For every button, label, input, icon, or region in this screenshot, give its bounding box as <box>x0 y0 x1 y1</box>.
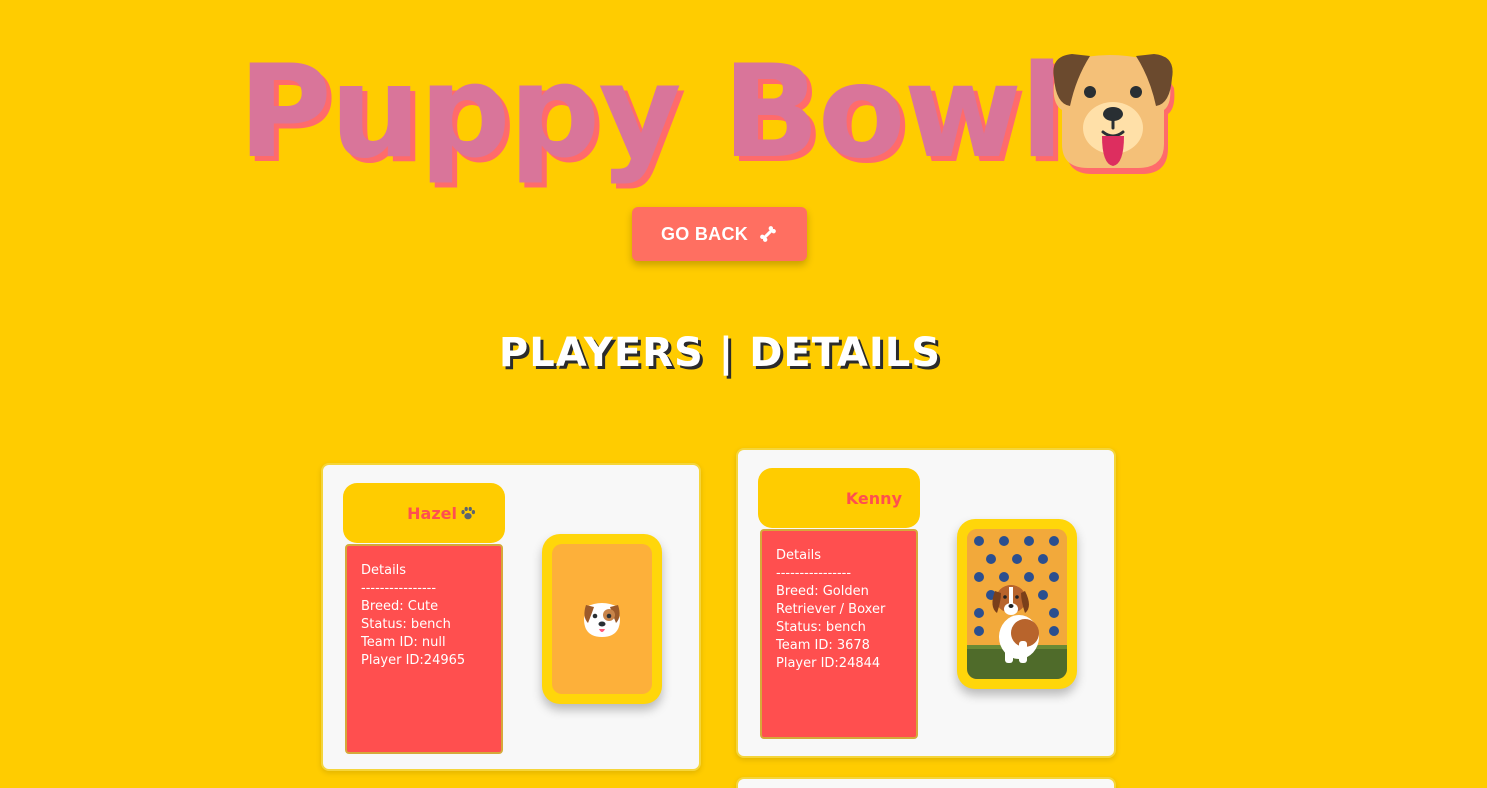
player-photo <box>552 544 652 694</box>
player-name-tab[interactable]: Hazel <box>343 483 505 543</box>
player-photo <box>967 529 1067 679</box>
go-back-button[interactable]: GO BACK <box>632 207 807 261</box>
player-name-tab[interactable]: Kenny <box>758 468 920 528</box>
player-id: Player ID:24965 <box>361 653 466 668</box>
player-name: Kenny <box>845 488 902 508</box>
go-back-label: GO BACK <box>660 223 749 244</box>
player-photo-frame <box>957 519 1077 689</box>
section-heading: PLAYERS | DETAILS <box>498 330 942 376</box>
player-details: Details ---------------- Breed: Cute Sta… <box>345 544 503 754</box>
player-breed: Breed: Golden Retriever / Boxer <box>776 584 886 617</box>
player-breed: Breed: Cute <box>361 599 439 614</box>
page-title: Puppy Bowls <box>238 38 1138 187</box>
details-title: Details <box>361 563 407 578</box>
player-photo-frame <box>542 534 662 704</box>
dog-face-icon <box>1053 54 1175 174</box>
bone-icon <box>760 226 776 242</box>
puppy-photo <box>967 529 1067 679</box>
player-card[interactable] <box>736 777 1116 788</box>
details-divider: ---------------- <box>361 581 437 596</box>
player-details: Details ---------------- Breed: Golden R… <box>760 529 918 739</box>
player-name: Hazel <box>407 503 457 523</box>
player-status: Status: bench <box>776 620 866 635</box>
details-divider: ---------------- <box>776 566 852 581</box>
player-status: Status: bench <box>361 617 451 632</box>
player-team-id: Team ID: null <box>361 635 446 650</box>
player-id: Player ID:24844 <box>776 656 881 671</box>
details-title: Details <box>776 548 822 563</box>
page: Puppy Bowls GO BACK PLAYERS | DETAILS Ha… <box>0 0 1487 788</box>
player-team-id: Team ID: 3678 <box>776 638 870 653</box>
player-card[interactable]: Hazel Details ---------------- Breed: Cu… <box>321 463 701 771</box>
player-card[interactable]: Kenny Details ---------------- Breed: Go… <box>736 448 1116 758</box>
paw-icon <box>461 506 476 520</box>
puppy-placeholder-icon <box>584 603 620 637</box>
